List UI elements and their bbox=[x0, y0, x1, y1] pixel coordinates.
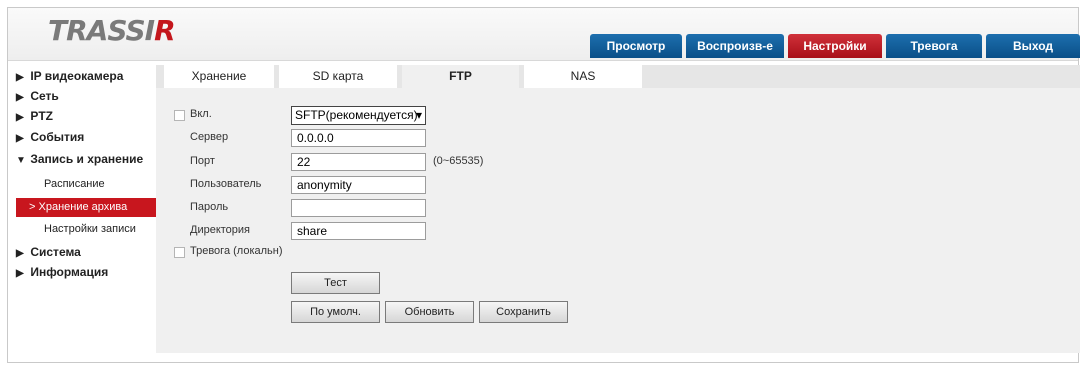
port-range-hint: (0~65535) bbox=[433, 155, 484, 167]
chevron-down-icon: ▾ bbox=[415, 108, 422, 122]
sidebar-item-info[interactable]: ▶ Информация bbox=[16, 265, 108, 279]
sidebar-item-network[interactable]: ▶ Сеть bbox=[16, 89, 59, 103]
sidebar-subitem-record-settings[interactable]: Настройки записи bbox=[44, 223, 136, 235]
collapsed-triangle-icon: ▶ bbox=[16, 112, 24, 123]
sidebar-item-label: События bbox=[30, 130, 85, 144]
user-input[interactable]: anonymity bbox=[291, 176, 426, 194]
alarm-label: Тревога (локальн) bbox=[190, 245, 283, 257]
server-label: Сервер bbox=[190, 131, 229, 143]
protocol-select[interactable]: SFTP(рекомендуется) ▾ bbox=[291, 106, 426, 125]
directory-label: Директория bbox=[190, 224, 251, 236]
collapsed-triangle-icon: ▶ bbox=[16, 92, 24, 103]
sidebar-item-label: IP видеокамера bbox=[30, 69, 124, 83]
default-button[interactable]: По умолч. bbox=[291, 301, 380, 323]
logo-text: TRASSI bbox=[48, 14, 155, 47]
password-label: Пароль bbox=[190, 201, 229, 213]
sidebar-subitem-schedule[interactable]: Расписание bbox=[44, 178, 105, 190]
sidebar-item-label: Сеть bbox=[30, 89, 59, 103]
enable-label: Вкл. bbox=[190, 108, 212, 120]
sidebar-item-ptz[interactable]: ▶ PTZ bbox=[16, 109, 53, 123]
subtab-ftp[interactable]: FTP bbox=[402, 65, 519, 88]
main-nav: Просмотр Воспроизв-е Настройки Тревога В… bbox=[590, 34, 1084, 58]
header: TRASSIR Просмотр Воспроизв-е Настройки Т… bbox=[8, 8, 1080, 61]
port-input[interactable]: 22 bbox=[291, 153, 426, 171]
subtab-sd-card[interactable]: SD карта bbox=[279, 65, 397, 88]
nav-tab-settings[interactable]: Настройки bbox=[788, 34, 882, 58]
sidebar-item-record-storage[interactable]: ▼ Запись и хранение bbox=[16, 152, 143, 166]
test-button[interactable]: Тест bbox=[291, 272, 380, 294]
app-frame: TRASSIR Просмотр Воспроизв-е Настройки Т… bbox=[7, 7, 1080, 363]
nav-tab-logout[interactable]: Выход bbox=[986, 34, 1080, 58]
nav-tab-alarm[interactable]: Тревога bbox=[886, 34, 982, 58]
alarm-checkbox[interactable] bbox=[174, 247, 185, 258]
collapsed-triangle-icon: ▶ bbox=[16, 133, 24, 144]
sidebar-subitem-label: Хранение архива bbox=[38, 201, 128, 213]
subtab-storage[interactable]: Хранение bbox=[164, 65, 274, 88]
sidebar-item-label: Информация bbox=[30, 265, 109, 279]
sidebar-item-label: PTZ bbox=[30, 109, 54, 123]
content-panel: Хранение SD карта FTP NAS Вкл. SFTP(реко… bbox=[156, 65, 1080, 353]
sidebar-subitem-archive-storage[interactable]: > Хранение архива bbox=[16, 198, 156, 217]
directory-input[interactable]: share bbox=[291, 222, 426, 240]
protocol-value: SFTP(рекомендуется) bbox=[295, 108, 418, 122]
nav-tab-playback[interactable]: Воспроизв-е bbox=[686, 34, 784, 58]
sidebar-item-ip-camera[interactable]: ▶ IP видеокамера bbox=[16, 69, 123, 83]
collapsed-triangle-icon: ▶ bbox=[16, 248, 24, 259]
sidebar-item-label: Система bbox=[30, 245, 81, 259]
storage-subtabs: Хранение SD карта FTP NAS bbox=[156, 65, 1080, 88]
collapsed-triangle-icon: ▶ bbox=[16, 268, 24, 279]
chevron-right-icon: > bbox=[29, 201, 36, 213]
save-button[interactable]: Сохранить bbox=[479, 301, 568, 323]
enable-checkbox[interactable] bbox=[174, 110, 185, 121]
sidebar: ▶ IP видеокамера ▶ Сеть ▶ PTZ ▶ События … bbox=[8, 60, 156, 360]
user-label: Пользователь bbox=[190, 178, 262, 190]
subtab-nas[interactable]: NAS bbox=[524, 65, 642, 88]
sidebar-item-system[interactable]: ▶ Система bbox=[16, 245, 81, 259]
sidebar-item-events[interactable]: ▶ События bbox=[16, 130, 84, 144]
collapsed-triangle-icon: ▶ bbox=[16, 72, 24, 83]
logo-accent: R bbox=[154, 14, 176, 47]
sidebar-item-label: Запись и хранение bbox=[30, 152, 144, 166]
port-label: Порт bbox=[190, 155, 215, 167]
server-input[interactable]: 0.0.0.0 bbox=[291, 129, 426, 147]
logo: TRASSIR bbox=[48, 14, 176, 47]
password-input[interactable] bbox=[291, 199, 426, 217]
refresh-button[interactable]: Обновить bbox=[385, 301, 474, 323]
expanded-triangle-icon: ▼ bbox=[16, 155, 26, 166]
nav-tab-view[interactable]: Просмотр bbox=[590, 34, 682, 58]
